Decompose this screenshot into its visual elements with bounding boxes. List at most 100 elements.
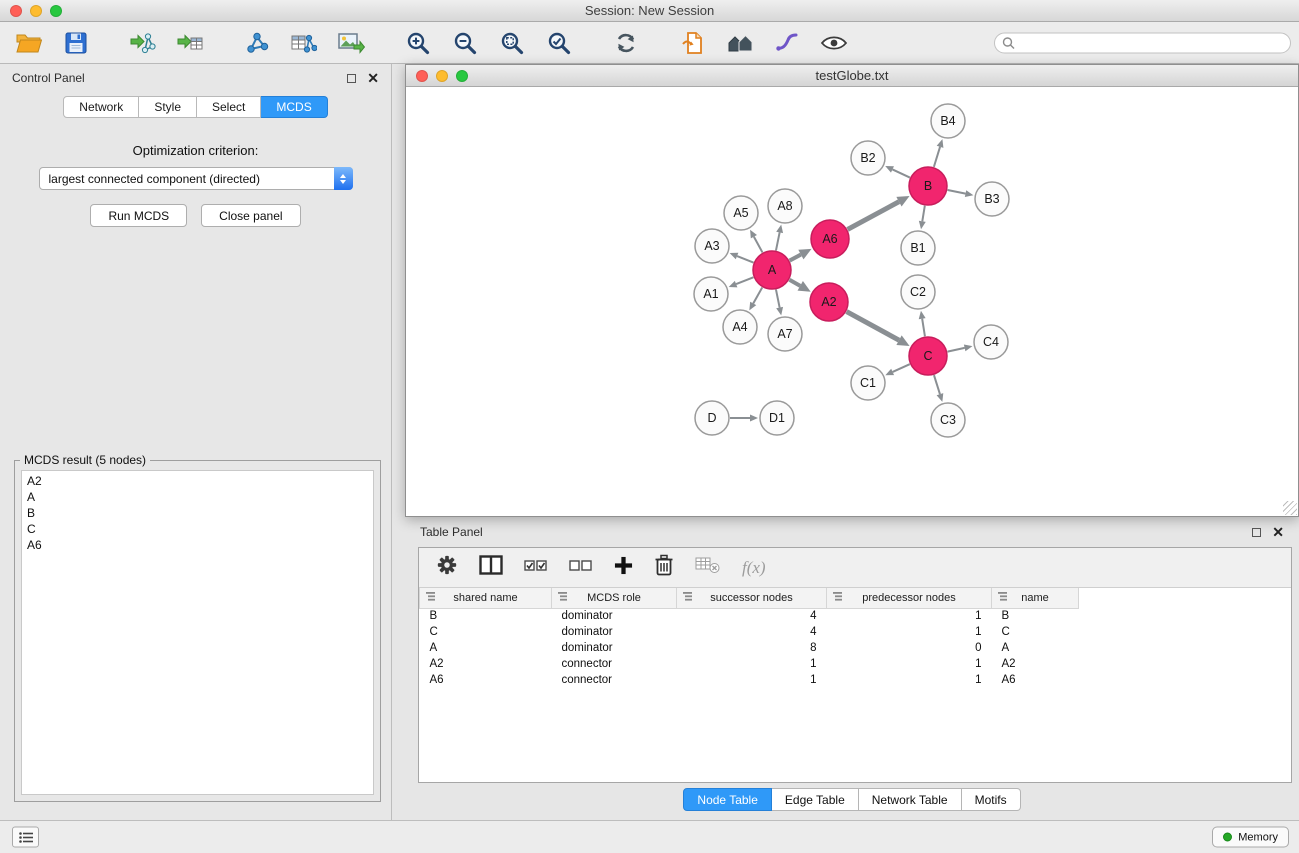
- mcds-result-item[interactable]: A: [27, 489, 368, 505]
- column-header-mcds-role[interactable]: MCDS role: [552, 588, 677, 608]
- open-session-button[interactable]: [12, 26, 46, 60]
- network-zoom-button[interactable]: [456, 70, 468, 82]
- import-table-button[interactable]: [173, 26, 207, 60]
- graph-edge-A2-C[interactable]: [847, 312, 899, 341]
- table-network-icon: [291, 31, 317, 55]
- show-columns-button[interactable]: [479, 555, 503, 580]
- network-minimize-button[interactable]: [436, 70, 448, 82]
- graph-edge-A-A4[interactable]: [753, 287, 762, 303]
- close-panel-icon[interactable]: ✕: [367, 71, 379, 85]
- home-button[interactable]: [723, 26, 757, 60]
- graph-node-label: B4: [940, 114, 955, 128]
- import-network-button[interactable]: [126, 26, 160, 60]
- graph-edge-A-A8[interactable]: [776, 232, 780, 250]
- graph-node-label: B3: [984, 192, 999, 206]
- zoom-window-button[interactable]: [50, 5, 62, 17]
- select-all-button[interactable]: [524, 557, 548, 579]
- graph-edge-B-B2[interactable]: [892, 169, 909, 177]
- trash-icon: [654, 554, 674, 576]
- zoom-in-button[interactable]: [401, 26, 435, 60]
- deselect-all-icon: [569, 557, 593, 574]
- graph-edge-B-B3[interactable]: [948, 190, 966, 194]
- mcds-result-item[interactable]: C: [27, 521, 368, 537]
- graph-node-label: A: [768, 263, 777, 277]
- close-panel-button[interactable]: Close panel: [201, 204, 300, 227]
- new-network-button[interactable]: [240, 26, 274, 60]
- graph-edge-B-B4[interactable]: [934, 147, 940, 167]
- deselect-all-button[interactable]: [569, 557, 593, 579]
- mcds-result-item[interactable]: A6: [27, 537, 368, 553]
- mcds-result-item[interactable]: A2: [27, 473, 368, 489]
- column-edit-icon: [683, 592, 692, 601]
- tab-network[interactable]: Network: [63, 96, 139, 118]
- tab-motifs[interactable]: Motifs: [962, 788, 1021, 811]
- node-table-body: Bdominator41BCdominator41CAdominator80AA…: [420, 608, 1292, 688]
- graph-edge-C-C3[interactable]: [934, 375, 940, 394]
- add-column-button[interactable]: [614, 556, 633, 580]
- column-header-filler: [1079, 588, 1292, 608]
- tab-mcds[interactable]: MCDS: [261, 96, 327, 118]
- float-panel-icon[interactable]: [347, 74, 356, 83]
- column-header-shared-name[interactable]: shared name: [420, 588, 552, 608]
- optimization-criterion-dropdown[interactable]: largest connected component (directed): [39, 167, 353, 190]
- apply-style-button[interactable]: [770, 26, 804, 60]
- graph-edge-C-C4[interactable]: [948, 348, 965, 352]
- window-title: Session: New Session: [585, 3, 714, 18]
- column-header-successor-nodes[interactable]: successor nodes: [677, 588, 827, 608]
- graph-edge-C-C1[interactable]: [893, 364, 910, 372]
- graph-edge-A-A1[interactable]: [736, 277, 753, 284]
- column-header-name[interactable]: name: [992, 588, 1079, 608]
- export-table-button[interactable]: [287, 26, 321, 60]
- zoom-selected-button[interactable]: [542, 26, 576, 60]
- table-row[interactable]: Cdominator41C: [420, 624, 1292, 640]
- table-row[interactable]: Adominator80A: [420, 640, 1292, 656]
- graph-node-label: A7: [777, 327, 792, 341]
- export-image-button[interactable]: [334, 26, 368, 60]
- save-session-button[interactable]: [59, 26, 93, 60]
- table-row[interactable]: A2connector11A2: [420, 656, 1292, 672]
- mcds-result-list[interactable]: A2ABCA6: [21, 470, 374, 795]
- table-row[interactable]: A6connector11A6: [420, 672, 1292, 688]
- function-builder-button[interactable]: f(x): [742, 558, 766, 578]
- tab-node-table[interactable]: Node Table: [683, 788, 772, 811]
- table-settings-button[interactable]: [436, 554, 458, 581]
- column-header-predecessor-nodes[interactable]: predecessor nodes: [827, 588, 992, 608]
- table-row[interactable]: Bdominator41B: [420, 608, 1292, 624]
- graph-edge-A-A3[interactable]: [737, 256, 753, 263]
- tab-network-table[interactable]: Network Table: [859, 788, 962, 811]
- graph-edge-B-B1[interactable]: [922, 206, 925, 222]
- graph-edge-A-A6[interactable]: [790, 255, 801, 261]
- mcds-result-group: MCDS result (5 nodes) A2ABCA6: [14, 460, 381, 802]
- refresh-view-button[interactable]: [609, 26, 643, 60]
- show-details-button[interactable]: [817, 26, 851, 60]
- graph-edge-A6-B[interactable]: [848, 202, 899, 230]
- tab-style[interactable]: Style: [139, 96, 197, 118]
- graph-edge-A-A7[interactable]: [776, 290, 780, 308]
- network-window-titlebar[interactable]: testGlobe.txt: [406, 65, 1298, 87]
- task-history-button[interactable]: [12, 827, 39, 848]
- zoom-fit-button[interactable]: [495, 26, 529, 60]
- minimize-window-button[interactable]: [30, 5, 42, 17]
- network-close-button[interactable]: [416, 70, 428, 82]
- open-document-button[interactable]: [676, 26, 710, 60]
- delete-table-button[interactable]: [695, 556, 721, 579]
- zoom-out-button[interactable]: [448, 26, 482, 60]
- float-table-panel-icon[interactable]: [1252, 528, 1261, 537]
- resize-grip-icon[interactable]: [1283, 501, 1297, 515]
- memory-button[interactable]: Memory: [1212, 827, 1289, 848]
- delete-column-button[interactable]: [654, 554, 674, 581]
- close-window-button[interactable]: [10, 5, 22, 17]
- memory-status-icon: [1223, 833, 1232, 842]
- close-table-panel-icon[interactable]: ✕: [1272, 525, 1284, 539]
- brush-icon: [775, 31, 799, 55]
- run-mcds-button[interactable]: Run MCDS: [90, 204, 187, 227]
- mcds-result-item[interactable]: B: [27, 505, 368, 521]
- network-canvas[interactable]: B4B2BB3A5A8A6B1A3AC2A1A2A4A7CC4C1C3DD1: [406, 87, 1298, 516]
- graph-edge-C-C2[interactable]: [922, 319, 925, 337]
- tab-select[interactable]: Select: [197, 96, 261, 118]
- tab-edge-table[interactable]: Edge Table: [772, 788, 859, 811]
- graph-edge-A-A5[interactable]: [754, 237, 763, 253]
- search-input[interactable]: [1020, 36, 1290, 50]
- graph-edge-A-A2[interactable]: [789, 280, 800, 286]
- network-graph[interactable]: B4B2BB3A5A8A6B1A3AC2A1A2A4A7CC4C1C3DD1: [406, 87, 1298, 516]
